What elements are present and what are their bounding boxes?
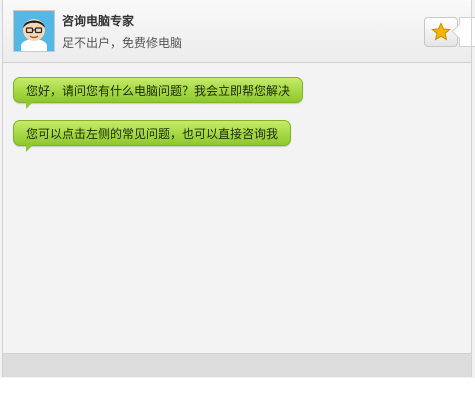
chat-input-toolbar — [3, 353, 471, 377]
chat-message-bubble: 您好，请问您有什么电脑问题？我会立即帮您解决 — [13, 77, 304, 109]
star-icon — [431, 22, 451, 41]
expert-avatar — [13, 10, 55, 52]
bubble-tail — [26, 144, 34, 152]
chat-message-area: 您好，请问您有什么电脑问题？我会立即帮您解决 您可以点击左侧的常见问题，也可以直… — [3, 63, 471, 353]
chat-window: 咨询电脑专家 足不出户，免费修电脑 您好，请问您有什么电脑问题？我会立即帮您解决… — [0, 0, 475, 378]
page-bottom-space — [0, 378, 475, 403]
bubble-tail — [26, 101, 34, 109]
chat-message-text: 您可以点击左侧的常见问题，也可以直接咨询我 — [26, 127, 279, 141]
chat-message-bubble: 您可以点击左侧的常见问题，也可以直接咨询我 — [13, 120, 292, 152]
expert-title: 咨询电脑专家 — [62, 14, 135, 28]
favorite-tooltip-tab — [451, 17, 475, 47]
expert-avatar-icon — [14, 11, 54, 51]
expert-subtitle: 足不出户，免费修电脑 — [62, 36, 183, 50]
chat-message-text: 您好，请问您有什么电脑问题？我会立即帮您解决 — [26, 84, 291, 98]
chat-header: 咨询电脑专家 足不出户，免费修电脑 — [3, 0, 471, 63]
